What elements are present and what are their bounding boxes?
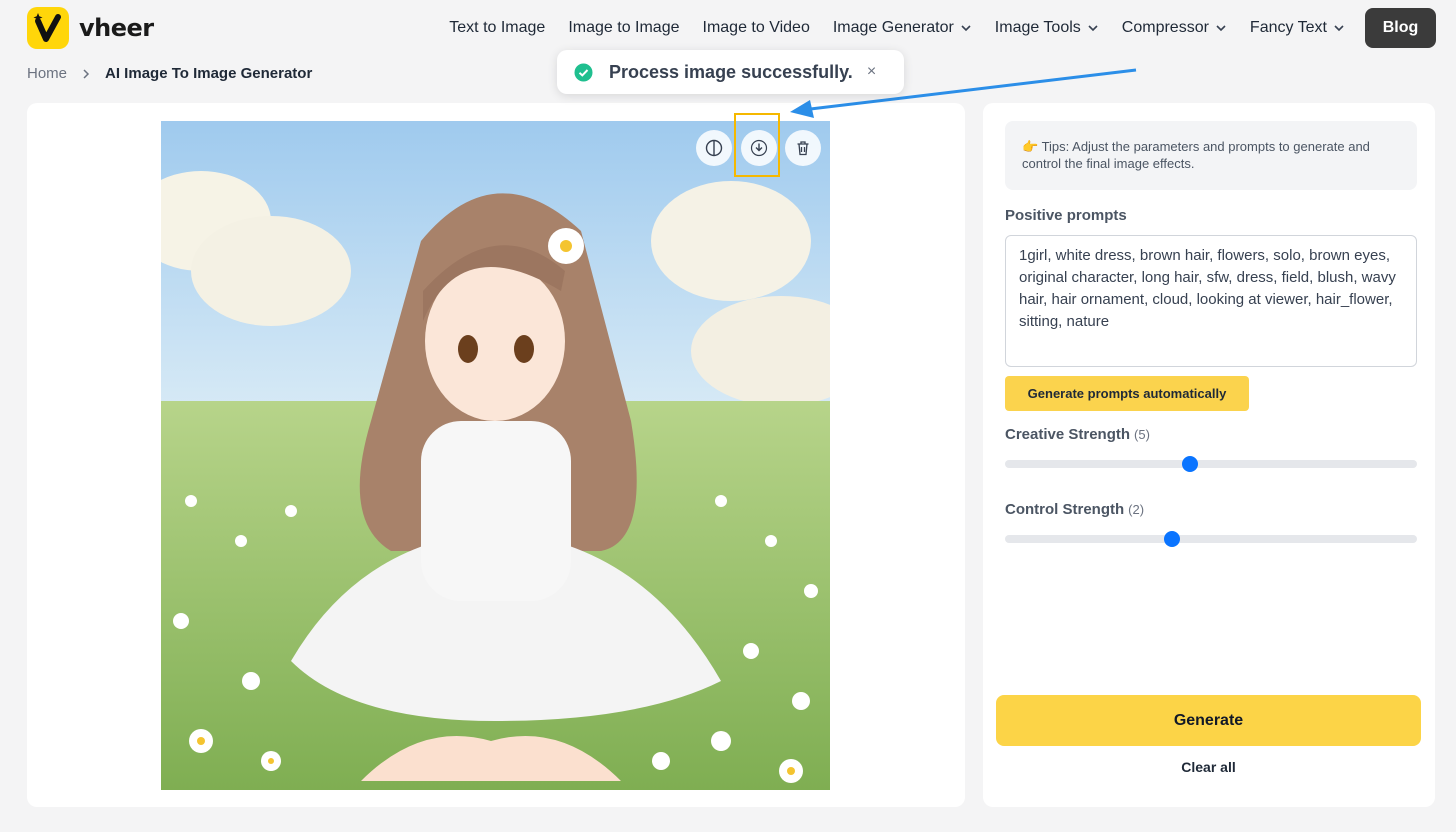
nav-item-label: Image to Image xyxy=(568,19,680,36)
image-preview-panel xyxy=(27,103,965,807)
tips-box: 👉 Tips: Adjust the parameters and prompt… xyxy=(1005,121,1417,190)
pointing-hand-icon: 👉 xyxy=(1022,139,1039,154)
chevron-down-icon xyxy=(1334,25,1344,32)
generated-image xyxy=(161,121,830,790)
positive-prompts-label: Positive prompts xyxy=(1005,207,1127,224)
chevron-down-icon xyxy=(1216,25,1226,32)
nav-item-label: Compressor xyxy=(1121,19,1209,36)
creative-strength-thumb[interactable] xyxy=(1182,456,1199,472)
creative-strength-slider[interactable] xyxy=(1005,456,1417,472)
chevron-right-icon xyxy=(83,68,90,79)
settings-panel: 👉 Tips: Adjust the parameters and prompt… xyxy=(983,103,1435,807)
download-highlight-box xyxy=(734,113,780,177)
nav-image-to-video[interactable]: Image to Video xyxy=(703,19,810,37)
main-nav: Text to Image Image to Image Image to Vi… xyxy=(426,8,1436,48)
generate-prompts-button[interactable]: Generate prompts automatically xyxy=(1005,376,1249,411)
compare-icon xyxy=(705,139,723,157)
creative-strength-label: Creative Strength (5) xyxy=(1005,426,1150,443)
breadcrumb-home-link[interactable]: Home xyxy=(27,65,67,82)
brand-name: vheer xyxy=(79,14,154,42)
tips-text: Tips: Adjust the parameters and prompts … xyxy=(1022,139,1370,171)
nav-image-tools[interactable]: Image Tools xyxy=(995,19,1099,37)
clear-all-button[interactable]: Clear all xyxy=(996,759,1421,775)
nav-fancy-text[interactable]: Fancy Text xyxy=(1250,19,1345,37)
nav-item-label: Image Generator xyxy=(832,19,954,36)
toast-close-button[interactable]: × xyxy=(867,63,876,81)
control-strength-value: (2) xyxy=(1128,502,1145,517)
control-strength-slider[interactable] xyxy=(1005,531,1417,547)
creative-strength-value: (5) xyxy=(1134,427,1150,442)
nav-item-label: Text to Image xyxy=(449,19,546,36)
toast-message: Process image successfully. xyxy=(609,61,853,82)
breadcrumb-current: AI Image To Image Generator xyxy=(105,65,313,82)
breadcrumb: Home AI Image To Image Generator xyxy=(27,65,312,82)
check-circle-icon xyxy=(574,63,593,81)
nav-item-label: Fancy Text xyxy=(1249,19,1327,36)
creative-strength-text: Creative Strength xyxy=(1005,426,1131,443)
nav-image-to-image[interactable]: Image to Image xyxy=(568,19,679,37)
control-strength-text: Control Strength xyxy=(1005,501,1125,518)
nav-compressor[interactable]: Compressor xyxy=(1122,19,1227,37)
nav-item-label: Image Tools xyxy=(994,19,1081,36)
top-header: vheer Text to Image Image to Image Image… xyxy=(0,0,1456,56)
control-strength-label: Control Strength (2) xyxy=(1005,501,1144,518)
generate-button[interactable]: Generate xyxy=(996,695,1421,746)
nav-text-to-image[interactable]: Text to Image xyxy=(449,19,545,37)
nav-item-label: Image to Video xyxy=(702,19,810,36)
brand-logo[interactable]: vheer xyxy=(27,7,154,49)
nav-image-generator[interactable]: Image Generator xyxy=(833,19,972,37)
compare-button[interactable] xyxy=(696,130,732,166)
delete-button[interactable] xyxy=(785,130,821,166)
logo-icon xyxy=(27,7,69,49)
trash-icon xyxy=(797,141,809,156)
success-toast: Process image successfully. × xyxy=(557,50,904,94)
blog-button[interactable]: Blog xyxy=(1365,8,1436,48)
control-strength-thumb[interactable] xyxy=(1163,531,1180,547)
chevron-down-icon xyxy=(961,25,971,32)
chevron-down-icon xyxy=(1088,25,1098,32)
positive-prompts-textarea[interactable]: 1girl, white dress, brown hair, flowers,… xyxy=(1005,235,1417,367)
